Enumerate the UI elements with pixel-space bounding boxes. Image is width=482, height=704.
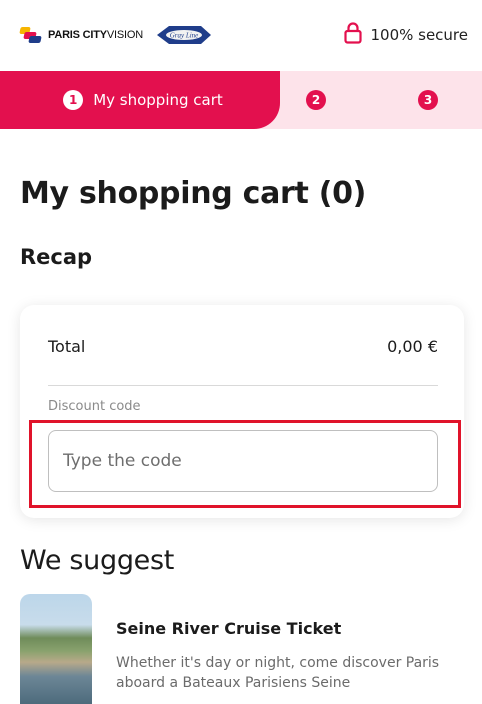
- step-1-number: 1: [63, 90, 84, 110]
- discount-code-input[interactable]: [48, 430, 438, 492]
- step-3-number[interactable]: 3: [418, 90, 438, 110]
- logo-mark-icon: [19, 27, 42, 43]
- checkout-steps: 1 My shopping cart 2 3: [0, 71, 482, 129]
- we-suggest-title: We suggest: [20, 545, 175, 576]
- secure-text: 100% secure: [370, 26, 468, 44]
- step-2-number[interactable]: 2: [306, 90, 326, 110]
- seine-cruise-thumbnail[interactable]: [20, 594, 92, 704]
- step-1-shopping-cart[interactable]: 1 My shopping cart: [0, 71, 280, 129]
- gray-line-logo: Gray Line: [155, 24, 213, 46]
- suggestion-description: Whether it's day or night, come discover…: [116, 655, 440, 691]
- divider: [48, 385, 438, 386]
- page-title: My shopping cart (0): [20, 176, 367, 211]
- svg-text:Gray Line: Gray Line: [170, 32, 199, 40]
- recap-title: Recap: [20, 245, 93, 269]
- brand-name: PARIS CITYVISION: [48, 29, 144, 41]
- total-value: 0,00 €: [387, 337, 438, 356]
- step-1-label: My shopping cart: [93, 91, 223, 109]
- total-label: Total: [48, 337, 86, 356]
- discount-code-label: Discount code: [48, 399, 141, 414]
- paris-city-vision-logo[interactable]: PARIS CITYVISION Gray Line: [19, 24, 213, 46]
- recap-card: Total 0,00 € Discount code: [20, 305, 464, 518]
- site-header: PARIS CITYVISION Gray Line 100% secure: [0, 0, 482, 70]
- suggestion-title[interactable]: Seine River Cruise Ticket: [116, 619, 341, 638]
- secure-badge: 100% secure: [344, 22, 468, 48]
- lock-icon: [344, 22, 363, 48]
